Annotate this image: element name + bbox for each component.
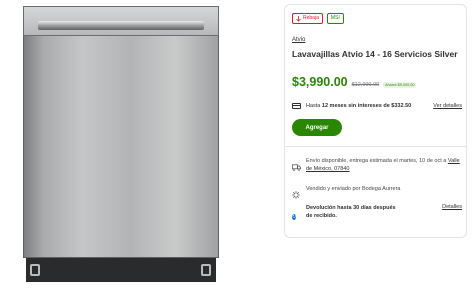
product-image[interactable] [16, 6, 228, 284]
current-price: $3,990.00 [292, 75, 348, 89]
savings-badge: Ahorra $9,000.00 [383, 82, 417, 88]
truck-icon [292, 158, 301, 176]
credit-card-icon [292, 103, 301, 109]
installments-row: Hasta 12 meses sin intereses de $332.50 … [292, 101, 462, 111]
delivery-text: Envío disponible, entrega estimada el ma… [306, 157, 462, 176]
installments-prefix: Hasta [306, 103, 322, 109]
product-title: Lavavajillas Atvio 14 - 16 Servicios Sil… [292, 49, 458, 59]
dishwasher-door [23, 6, 219, 258]
seller-row: Vendido y enviado por Bodega Aurrera [292, 185, 462, 204]
dishwasher-kickplate [26, 258, 216, 282]
msi-badge: MSI [326, 13, 344, 24]
rebaja-label: Rebaja [303, 15, 319, 21]
badge-group: Rebaja MSI [292, 13, 344, 24]
dishwasher-handle [38, 21, 204, 30]
installments-text: Hasta 12 meses sin intereses de $332.50 [306, 103, 411, 109]
divider [285, 146, 466, 147]
returns-row: ↻ Devolución hasta 30 días después de re… [292, 204, 462, 223]
rebaja-badge: Rebaja [292, 13, 323, 24]
installments-strong: 12 meses sin intereses de $332.50 [321, 103, 412, 109]
spark-icon [292, 186, 301, 204]
add-to-cart-button[interactable]: Agregar [292, 119, 342, 136]
delivery-estimate: Envío disponible, entrega estimada el ma… [306, 158, 448, 164]
returns-text: Devolución hasta 30 días después de reci… [306, 205, 396, 219]
dishwasher-foot-left [30, 264, 40, 276]
msi-label: MSI [330, 15, 340, 21]
was-price: $12,990.00 [351, 82, 380, 88]
delivery-row: Envío disponible, entrega estimada el ma… [292, 157, 462, 176]
seller-text: Vendido y enviado por Bodega Aurrera [306, 186, 401, 192]
product-info-panel: Rebaja MSI Atvio Lavavajillas Atvio 14 -… [284, 4, 467, 238]
installments-details-link[interactable]: Ver detalles [433, 103, 462, 109]
brand-link[interactable]: Atvio [292, 37, 305, 43]
returns-details-link[interactable]: Detalles [442, 204, 462, 210]
dishwasher-foot-right [201, 264, 211, 276]
return-icon: ↻ [292, 214, 297, 220]
price-row: $3,990.00 $12,990.00 Ahorra $9,000.00 [292, 75, 417, 89]
down-arrow-icon [296, 15, 301, 22]
